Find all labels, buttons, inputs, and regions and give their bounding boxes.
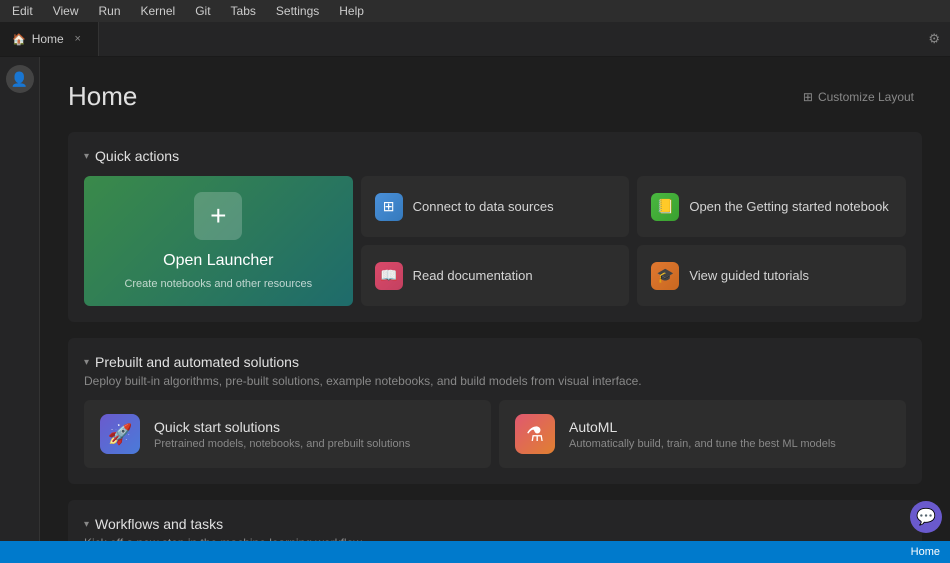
view-tutorials-icon: 🎓 (651, 262, 679, 290)
quick-start-icon: 🚀 (100, 414, 140, 454)
automl-info: AutoML Automatically build, train, and t… (569, 419, 836, 450)
quick-actions-header[interactable]: ▾ Quick actions (84, 148, 906, 164)
customize-layout-button[interactable]: ⊞ Customize Layout (795, 86, 922, 108)
launcher-plus-icon: + (194, 192, 242, 240)
menu-tabs[interactable]: Tabs (227, 2, 260, 20)
open-notebook-icon: 📒 (651, 193, 679, 221)
main-page: Home ⊞ Customize Layout ▾ Quick actions … (40, 57, 950, 563)
menu-git[interactable]: Git (191, 2, 214, 20)
open-launcher-card[interactable]: + Open Launcher Create notebooks and oth… (84, 176, 353, 306)
customize-label: Customize Layout (818, 90, 914, 104)
automl-title: AutoML (569, 419, 836, 435)
tabbar: 🏠 Home × ⚙ (0, 22, 950, 57)
menu-help[interactable]: Help (335, 2, 368, 20)
automl-desc: Automatically build, train, and tune the… (569, 438, 836, 450)
quick-actions-section: ▾ Quick actions + Open Launcher Create n… (68, 132, 922, 322)
quick-start-info: Quick start solutions Pretrained models,… (154, 419, 410, 450)
menu-settings[interactable]: Settings (272, 2, 323, 20)
quick-start-title: Quick start solutions (154, 419, 410, 435)
quick-start-desc: Pretrained models, notebooks, and prebui… (154, 438, 410, 450)
customize-icon: ⊞ (803, 90, 813, 104)
prebuilt-label: Prebuilt and automated solutions (95, 354, 299, 370)
open-launcher-title: Open Launcher (163, 252, 273, 270)
chat-bubble[interactable]: 💬 (910, 501, 942, 533)
page-title: Home (68, 81, 137, 112)
prebuilt-header[interactable]: ▾ Prebuilt and automated solutions (84, 354, 906, 370)
open-notebook-button[interactable]: 📒 Open the Getting started notebook (637, 176, 906, 237)
workflows-chevron: ▾ (84, 519, 89, 530)
quick-actions-grid: + Open Launcher Create notebooks and oth… (84, 176, 906, 306)
prebuilt-chevron: ▾ (84, 357, 89, 368)
user-avatar[interactable]: 👤 (6, 65, 34, 93)
quick-actions-chevron: ▾ (84, 151, 89, 162)
statusbar-label: Home (911, 546, 940, 558)
menu-kernel[interactable]: Kernel (137, 2, 180, 20)
home-tab-close[interactable]: × (70, 31, 86, 47)
view-tutorials-label: View guided tutorials (689, 268, 809, 283)
workflows-header[interactable]: ▾ Workflows and tasks (84, 516, 906, 532)
prebuilt-section: ▾ Prebuilt and automated solutions Deplo… (68, 338, 922, 484)
open-launcher-subtitle: Create notebooks and other resources (124, 278, 312, 290)
connect-data-button[interactable]: ⊞ Connect to data sources (361, 176, 630, 237)
sidebar: 👤 (0, 57, 40, 563)
content-wrapper: 👤 Home ⊞ Customize Layout ▾ Quick action… (0, 57, 950, 563)
menu-view[interactable]: View (49, 2, 83, 20)
statusbar: Home (0, 541, 950, 563)
view-tutorials-button[interactable]: 🎓 View guided tutorials (637, 245, 906, 306)
read-docs-button[interactable]: 📖 Read documentation (361, 245, 630, 306)
quick-start-card[interactable]: 🚀 Quick start solutions Pretrained model… (84, 400, 491, 468)
open-notebook-label: Open the Getting started notebook (689, 199, 888, 214)
menu-edit[interactable]: Edit (8, 2, 37, 20)
prebuilt-subtitle: Deploy built-in algorithms, pre-built so… (84, 374, 906, 388)
settings-icon[interactable]: ⚙ (918, 25, 950, 53)
page-header: Home ⊞ Customize Layout (68, 81, 922, 112)
read-docs-label: Read documentation (413, 268, 533, 283)
automl-card[interactable]: ⚗ AutoML Automatically build, train, and… (499, 400, 906, 468)
menubar: Edit View Run Kernel Git Tabs Settings H… (0, 0, 950, 22)
home-tab[interactable]: 🏠 Home × (0, 22, 99, 56)
read-docs-icon: 📖 (375, 262, 403, 290)
solutions-grid: 🚀 Quick start solutions Pretrained model… (84, 400, 906, 468)
home-tab-label: Home (32, 32, 64, 46)
connect-data-icon: ⊞ (375, 193, 403, 221)
automl-icon: ⚗ (515, 414, 555, 454)
menu-run[interactable]: Run (94, 2, 124, 20)
quick-actions-label: Quick actions (95, 148, 179, 164)
connect-data-label: Connect to data sources (413, 199, 554, 214)
workflows-label: Workflows and tasks (95, 516, 223, 532)
home-tab-icon: 🏠 (12, 33, 26, 46)
